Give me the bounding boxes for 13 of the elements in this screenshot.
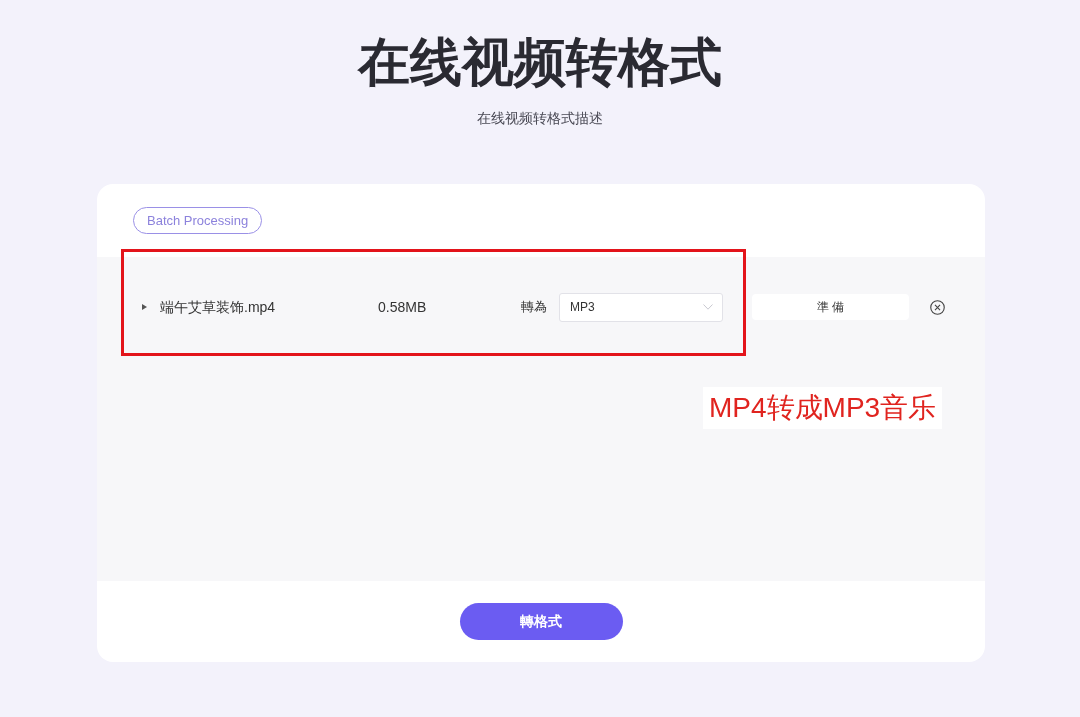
chevron-down-icon: [703, 304, 713, 310]
batch-processing-button[interactable]: Batch Processing: [133, 207, 263, 234]
annotation-text: MP4转成MP3音乐: [703, 387, 943, 429]
format-select[interactable]: MP3: [559, 292, 723, 322]
file-name: 端午艾草装饰.mp4: [160, 297, 277, 317]
convert-to-label: 轉為: [521, 298, 548, 317]
file-size: 0.58MB: [378, 297, 428, 317]
close-icon[interactable]: [930, 299, 945, 315]
caret-icon[interactable]: [142, 304, 147, 310]
page-description: 在线视频转格式描述: [477, 109, 603, 128]
convert-button[interactable]: 轉格式: [459, 603, 623, 640]
status-label: 準 備: [752, 294, 909, 320]
page-title: 在线视频转格式: [358, 32, 722, 93]
